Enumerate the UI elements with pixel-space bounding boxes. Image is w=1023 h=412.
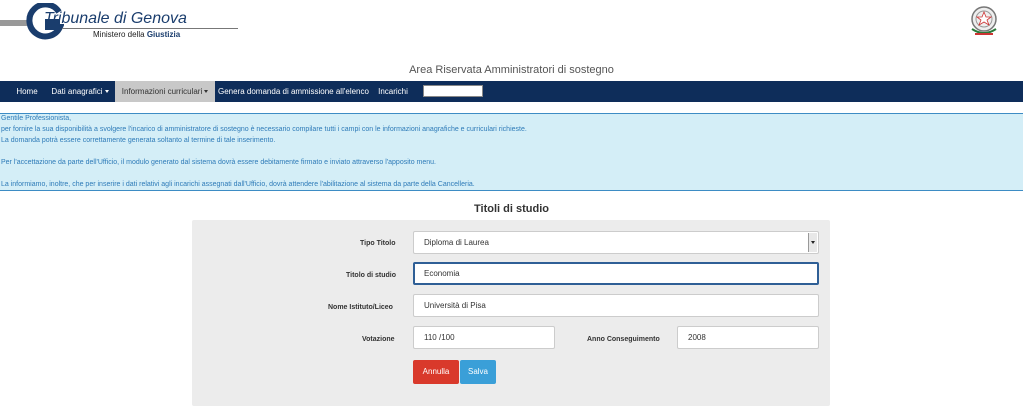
- logo-divider: [62, 28, 238, 29]
- nav-incarichi[interactable]: Incarichi: [372, 81, 414, 102]
- nav-dati-anagrafici-label: Dati anagrafici: [51, 87, 103, 96]
- notice-line: per fornire la sua disponibilità a svolg…: [1, 126, 527, 133]
- form-title: Titoli di studio: [474, 203, 549, 215]
- tipo-titolo-value: Diploma di Laurea: [424, 238, 489, 247]
- votazione-input[interactable]: 110 /100: [413, 326, 555, 349]
- nav-dati-anagrafici[interactable]: Dati anagrafici: [47, 81, 113, 102]
- select-arrow-icon: [808, 233, 817, 252]
- titoli-form-panel: Tipo Titolo Diploma di Laurea Titolo di …: [192, 220, 830, 406]
- main-navbar: Home Dati anagrafici Informazioni curric…: [0, 81, 1023, 102]
- anno-label: Anno Conseguimento: [587, 336, 660, 343]
- tipo-titolo-select[interactable]: Diploma di Laurea: [413, 231, 819, 254]
- votazione-label: Votazione: [362, 336, 395, 343]
- nav-home-label: Home: [16, 87, 38, 96]
- logo-title: Tribunale di Genova: [44, 10, 187, 27]
- titolo-studio-value: Economia: [424, 269, 460, 278]
- logo-bar: [0, 20, 27, 26]
- notice-line: La domanda potrà essere correttamente ge…: [1, 137, 276, 144]
- istituto-value: Università di Pisa: [424, 301, 486, 310]
- italian-emblem-icon: [971, 6, 997, 35]
- notice-line: La informiamo, inoltre, che per inserire…: [1, 181, 475, 188]
- caret-down-icon: [104, 90, 109, 94]
- area-title: Area Riservata Amministratori di sostegn…: [409, 64, 614, 76]
- annulla-button[interactable]: Annulla: [413, 360, 459, 384]
- nav-informazioni-curriculari[interactable]: Informazioni curriculari: [115, 81, 215, 102]
- nav-informazioni-curriculari-label: Informazioni curriculari: [121, 87, 203, 96]
- anno-value: 2008: [688, 333, 706, 342]
- page-header: Tribunale di Genova Ministero della Gius…: [0, 0, 1023, 80]
- tipo-titolo-label: Tipo Titolo: [360, 240, 396, 247]
- titolo-studio-label: Titolo di studio: [346, 272, 397, 279]
- notice-line: Per l'accettazione da parte dell'Ufficio…: [1, 159, 437, 166]
- logo-subtitle: Ministero della Giustizia: [93, 30, 181, 39]
- istituto-input[interactable]: Università di Pisa: [413, 294, 819, 317]
- caret-down-icon: [204, 90, 209, 94]
- info-notice: Gentile Professionista, per fornire la s…: [0, 113, 1023, 191]
- notice-line: Gentile Professionista,: [1, 115, 72, 122]
- nav-home[interactable]: Home: [9, 81, 45, 102]
- votazione-value: 110 /100: [424, 333, 455, 342]
- nav-incarichi-label: Incarichi: [378, 87, 408, 96]
- salva-button[interactable]: Salva: [460, 360, 496, 384]
- nav-genera-domanda[interactable]: Genera domanda di ammissione all'elenco: [218, 81, 369, 102]
- istituto-label: Nome Istituto/Liceo: [328, 304, 393, 311]
- anno-input[interactable]: 2008: [677, 326, 819, 349]
- user-menu[interactable]: [423, 85, 483, 97]
- titolo-studio-input[interactable]: Economia: [413, 262, 819, 285]
- nav-genera-domanda-label: Genera domanda di ammissione all'elenco: [218, 87, 369, 96]
